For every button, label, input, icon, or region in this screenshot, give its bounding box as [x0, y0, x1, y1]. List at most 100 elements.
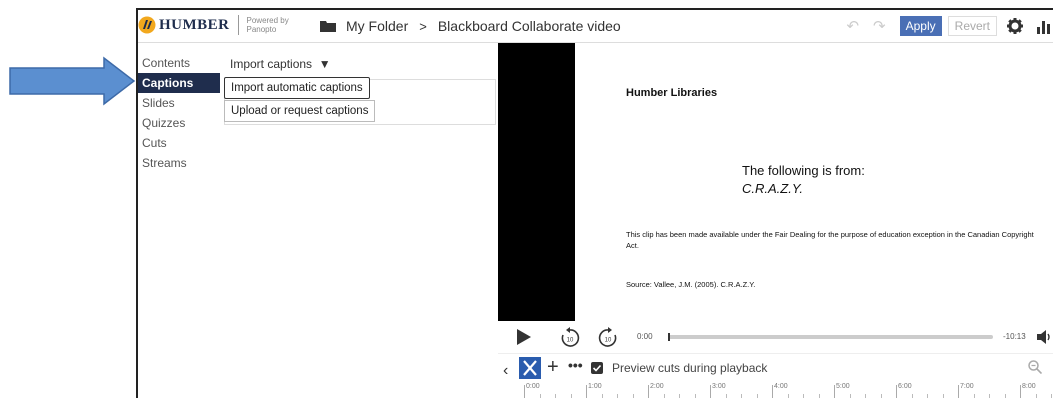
timeline-minor-tick — [865, 394, 866, 398]
brand-name: HUMBER — [159, 16, 230, 33]
timeline-minor-tick — [741, 394, 742, 398]
sidebar-item-captions[interactable]: Captions — [138, 73, 220, 93]
slide-organization: Humber Libraries — [626, 87, 718, 99]
play-icon[interactable] — [516, 328, 532, 346]
slide-view: Humber Libraries The following is from: … — [575, 43, 1053, 321]
timeline-minor-tick — [570, 394, 572, 398]
folder-icon — [320, 21, 336, 32]
powered-by-line: Powered by — [246, 16, 289, 25]
more-icon[interactable]: ••• — [568, 357, 583, 373]
player-controls: 10 10 0:00 -10:13 — [498, 321, 1053, 353]
sidebar-item-cuts[interactable]: Cuts — [138, 133, 220, 153]
caret-down-icon: ▼ — [315, 57, 331, 71]
pointer-arrow — [9, 56, 136, 106]
slide-copyright-notice: This clip has been made available under … — [626, 230, 1034, 250]
sidebar: Contents Captions Slides Quizzes Cuts St… — [138, 53, 220, 173]
timeline-tick — [772, 385, 773, 398]
panopto-line: Panopto — [246, 25, 277, 34]
timeline-tick — [586, 385, 587, 398]
timeline-tick — [834, 385, 835, 398]
breadcrumb-separator: > — [419, 18, 427, 34]
video-frame — [498, 43, 575, 321]
timeline-tick-label: 7:00 — [960, 383, 974, 390]
timeline-tick-label: 0:00 — [526, 383, 540, 390]
timeline-tick-label: 4:00 — [774, 383, 788, 390]
breadcrumb: My Folder > Blackboard Collaborate video — [320, 18, 621, 34]
captions-panel: Import captions ▼ Import automatic capti… — [220, 43, 498, 398]
timeline-minor-tick — [663, 394, 665, 398]
volume-icon[interactable] — [1037, 330, 1053, 344]
gear-icon[interactable] — [1007, 18, 1023, 34]
playhead[interactable] — [668, 333, 670, 341]
redo-icon[interactable]: ↷ — [873, 17, 886, 35]
rewind-10-icon[interactable]: 10 — [560, 326, 580, 348]
checkbox-icon[interactable] — [591, 362, 603, 374]
timeline-minor-tick — [1004, 394, 1006, 398]
timeline-minor-tick — [942, 394, 944, 398]
timeline-minor-tick — [927, 394, 928, 398]
timeline-tick-label: 5:00 — [836, 383, 850, 390]
import-captions-menu[interactable]: Import captions ▼ — [230, 57, 331, 71]
slide-film-title: C.R.A.Z.Y. — [742, 181, 803, 196]
sidebar-item-slides[interactable]: Slides — [138, 93, 220, 113]
current-time: 0:00 — [637, 332, 653, 341]
timeline-minor-tick — [849, 394, 851, 398]
scrub-bar[interactable] — [668, 333, 993, 341]
logo-divider — [237, 15, 239, 35]
stats-icon[interactable] — [1037, 18, 1051, 34]
editor-window: HUMBER Powered by Panopto My Folder > Bl… — [136, 8, 1053, 398]
timeline-minor-tick — [880, 394, 882, 398]
timeline-tick-label: 2:00 — [650, 383, 664, 390]
import-captions-label: Import captions — [230, 57, 313, 71]
sidebar-item-contents[interactable]: Contents — [138, 53, 220, 73]
humber-logo[interactable]: HUMBER Powered by Panopto — [138, 15, 289, 35]
undo-icon[interactable]: ↶ — [846, 17, 859, 35]
timeline-tick-label: 3:00 — [712, 383, 726, 390]
timeline-minor-tick — [1035, 394, 1037, 398]
plus-icon[interactable]: + — [547, 357, 559, 377]
timeline-minor-tick — [989, 394, 990, 398]
svg-text:10: 10 — [605, 338, 612, 344]
timeline-minor-tick — [694, 394, 696, 398]
humber-logo-icon — [138, 16, 156, 34]
cut-tool-button[interactable] — [519, 357, 541, 379]
revert-button[interactable]: Revert — [947, 16, 997, 36]
timeline-tick — [958, 385, 959, 398]
timeline-tick-label: 6:00 — [898, 383, 912, 390]
sidebar-item-quizzes[interactable]: Quizzes — [138, 113, 220, 133]
timeline-minor-tick — [756, 394, 758, 398]
timeline-minor-tick — [803, 394, 804, 398]
import-automatic-captions-option[interactable]: Import automatic captions — [224, 77, 370, 99]
chevron-left-icon[interactable]: ‹ — [503, 362, 508, 380]
timeline-tick-label: 8:00 — [1022, 383, 1036, 390]
timeline-tick — [896, 385, 897, 398]
zoom-icon[interactable] — [1028, 360, 1042, 374]
timeline-minor-tick — [617, 394, 618, 398]
timeline-tick — [524, 385, 525, 398]
timeline-tick-label: 1:00 — [588, 383, 602, 390]
timeline-ruler[interactable]: 0:00 1:00 2:00 3:00 4:00 5:00 6:00 7:00 8:00 — [524, 383, 1053, 398]
forward-10-icon[interactable]: 10 — [598, 326, 618, 348]
sidebar-item-streams[interactable]: Streams — [138, 153, 220, 173]
timeline-minor-tick — [632, 394, 634, 398]
preview-cuts-label[interactable]: Preview cuts during playback — [612, 361, 767, 375]
timeline-tick — [710, 385, 711, 398]
breadcrumb-folder[interactable]: My Folder — [346, 18, 408, 34]
timeline-minor-tick — [679, 394, 680, 398]
timeline-minor-tick — [1051, 394, 1052, 398]
timeline-tick — [648, 385, 649, 398]
timeline-minor-tick — [787, 394, 789, 398]
svg-text:10: 10 — [567, 338, 574, 344]
timeline-minor-tick — [973, 394, 975, 398]
timeline-minor-tick — [818, 394, 820, 398]
apply-button[interactable]: Apply — [899, 16, 942, 36]
timeline-minor-tick — [555, 394, 556, 398]
edit-toolbar: ‹ + ••• Preview cuts during playback 0:0… — [498, 353, 1053, 398]
timeline-minor-tick — [601, 394, 603, 398]
video-title: Blackboard Collaborate video — [437, 18, 621, 34]
slide-source: Source: Vallee, J.M. (2005). C.R.A.Z.Y. — [626, 280, 756, 289]
timeline-minor-tick — [539, 394, 541, 398]
upload-request-captions-option[interactable]: Upload or request captions — [224, 100, 376, 122]
powered-by: Powered by Panopto — [247, 16, 289, 34]
timeline-tick — [1020, 385, 1021, 398]
